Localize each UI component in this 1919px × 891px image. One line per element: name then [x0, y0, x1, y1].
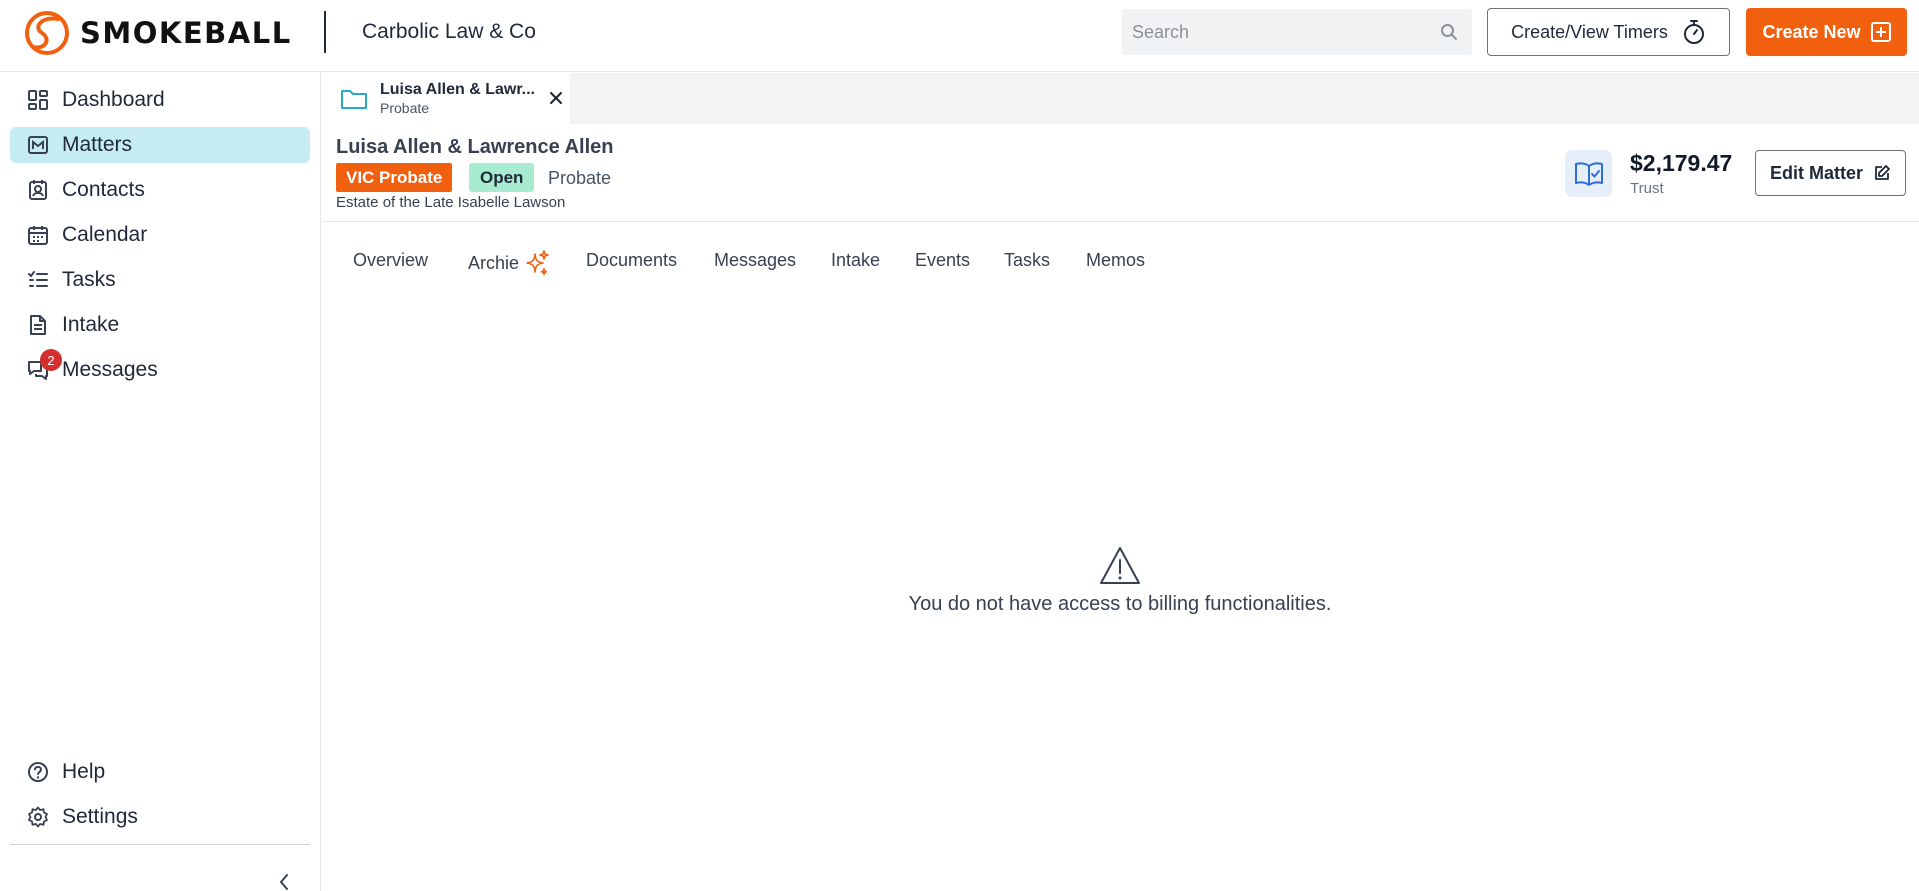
- sidebar-item-intake[interactable]: Intake: [10, 307, 310, 343]
- close-tab-button[interactable]: [544, 86, 568, 110]
- matter-tab[interactable]: Luisa Allen & Lawr... Probate: [322, 73, 570, 124]
- timers-label: Create/View Timers: [1511, 21, 1668, 42]
- sidebar-item-matters[interactable]: Matters: [10, 127, 310, 163]
- create-view-timers-button[interactable]: Create/View Timers: [1487, 8, 1730, 56]
- sidebar-item-label: Help: [62, 760, 106, 783]
- trust-amount: $2,179.47: [1630, 150, 1733, 176]
- smokeball-logo-icon: [25, 11, 69, 55]
- tab-label: Documents: [586, 250, 678, 270]
- sidebar-item-label: Intake: [62, 313, 120, 336]
- tab-label: Overview: [353, 250, 429, 270]
- folder-icon: [341, 89, 367, 109]
- tab-documents[interactable]: Documents: [586, 250, 677, 271]
- tab-events[interactable]: Events: [915, 250, 970, 271]
- matter-tab-title: Luisa Allen & Lawr...: [380, 80, 535, 98]
- tab-label: Intake: [831, 250, 881, 270]
- tab-label: Tasks: [1004, 250, 1051, 270]
- search-icon[interactable]: [1440, 23, 1458, 41]
- tab-label: Memos: [1086, 250, 1146, 270]
- intake-icon: [24, 311, 52, 339]
- contacts-icon: [24, 176, 52, 204]
- matter-category: Probate: [548, 168, 612, 188]
- sidebar-item-label: Tasks: [62, 268, 116, 291]
- sidebar-item-help[interactable]: Help: [10, 754, 310, 790]
- sidebar-item-dashboard[interactable]: Dashboard: [10, 82, 310, 118]
- sidebar-divider: [10, 844, 310, 845]
- plus-square-icon: [1870, 22, 1891, 42]
- edit-matter-button[interactable]: Edit Matter: [1755, 150, 1906, 196]
- matter-title: Luisa Allen & Lawrence Allen: [336, 136, 614, 158]
- edit-matter-label: Edit Matter: [1769, 162, 1863, 183]
- sidebar-item-calendar[interactable]: Calendar: [10, 217, 310, 253]
- access-denied-message: You do not have access to billing functi…: [908, 593, 1332, 615]
- sidebar-item-tasks[interactable]: Tasks: [10, 262, 310, 298]
- trust-book-icon[interactable]: [1565, 150, 1612, 197]
- tab-label: Messages: [714, 250, 797, 270]
- create-new-label: Create New: [1762, 21, 1861, 42]
- tab-overview[interactable]: Overview: [353, 250, 428, 271]
- smokeball-logo[interactable]: SMOKEBALL: [24, 10, 292, 56]
- status-badge: Open: [469, 163, 535, 192]
- sidebar-item-label: Calendar: [62, 223, 148, 246]
- messages-icon: 2: [24, 349, 62, 384]
- sidebar-item-messages[interactable]: 2 Messages: [10, 349, 310, 388]
- sidebar-item-label: Matters: [62, 133, 133, 156]
- sparkle-icon: [526, 250, 549, 276]
- sidebar-item-label: Contacts: [62, 178, 145, 201]
- sidebar-item-contacts[interactable]: Contacts: [10, 172, 310, 208]
- matter-header: Luisa Allen & Lawrence Allen VIC Probate…: [322, 124, 1919, 222]
- tab-archie[interactable]: Archie: [468, 250, 549, 276]
- sidebar-item-label: Dashboard: [62, 88, 165, 111]
- collapse-sidebar-button[interactable]: [272, 870, 296, 891]
- search-placeholder[interactable]: Search: [1132, 22, 1440, 43]
- tasks-icon: [24, 266, 52, 294]
- top-header: SMOKEBALL Carbolic Law & Co Search Creat…: [0, 0, 1919, 72]
- chevron-left-icon: [280, 874, 288, 890]
- messages-count-badge: 2: [40, 349, 62, 371]
- tab-label: Events: [915, 250, 971, 270]
- sidebar-item-label: Settings: [62, 805, 138, 828]
- firm-name: Carbolic Law & Co: [362, 20, 536, 43]
- help-icon: [24, 758, 52, 786]
- logo-text: SMOKEBALL: [80, 16, 292, 50]
- matter-description: Estate of the Late Isabelle Lawson: [336, 194, 566, 211]
- tab-memos[interactable]: Memos: [1086, 250, 1145, 271]
- trust-label: Trust: [1630, 180, 1664, 197]
- matter-type-badge: VIC Probate: [336, 163, 453, 192]
- header-divider: [324, 11, 326, 53]
- tab-messages[interactable]: Messages: [714, 250, 796, 271]
- matter-tab-subtitle: Probate: [380, 99, 430, 116]
- search-input[interactable]: Search: [1122, 9, 1472, 55]
- close-icon: [550, 92, 562, 104]
- tab-intake[interactable]: Intake: [831, 250, 880, 271]
- warning-icon: [1100, 547, 1140, 584]
- tab-tasks[interactable]: Tasks: [1004, 250, 1050, 271]
- calendar-icon: [24, 221, 52, 249]
- sidebar-item-label: Messages: [62, 358, 158, 381]
- sidebar-item-settings[interactable]: Settings: [10, 799, 310, 835]
- stopwatch-icon: [1683, 20, 1704, 44]
- create-new-button[interactable]: Create New: [1746, 8, 1907, 56]
- tab-label: Archie: [468, 252, 520, 273]
- dashboard-icon: [24, 86, 52, 114]
- matters-icon: [24, 131, 52, 159]
- gear-icon: [24, 803, 52, 831]
- matter-tab-strip: Luisa Allen & Lawr... Probate: [322, 73, 1919, 124]
- edit-icon: [1875, 165, 1890, 180]
